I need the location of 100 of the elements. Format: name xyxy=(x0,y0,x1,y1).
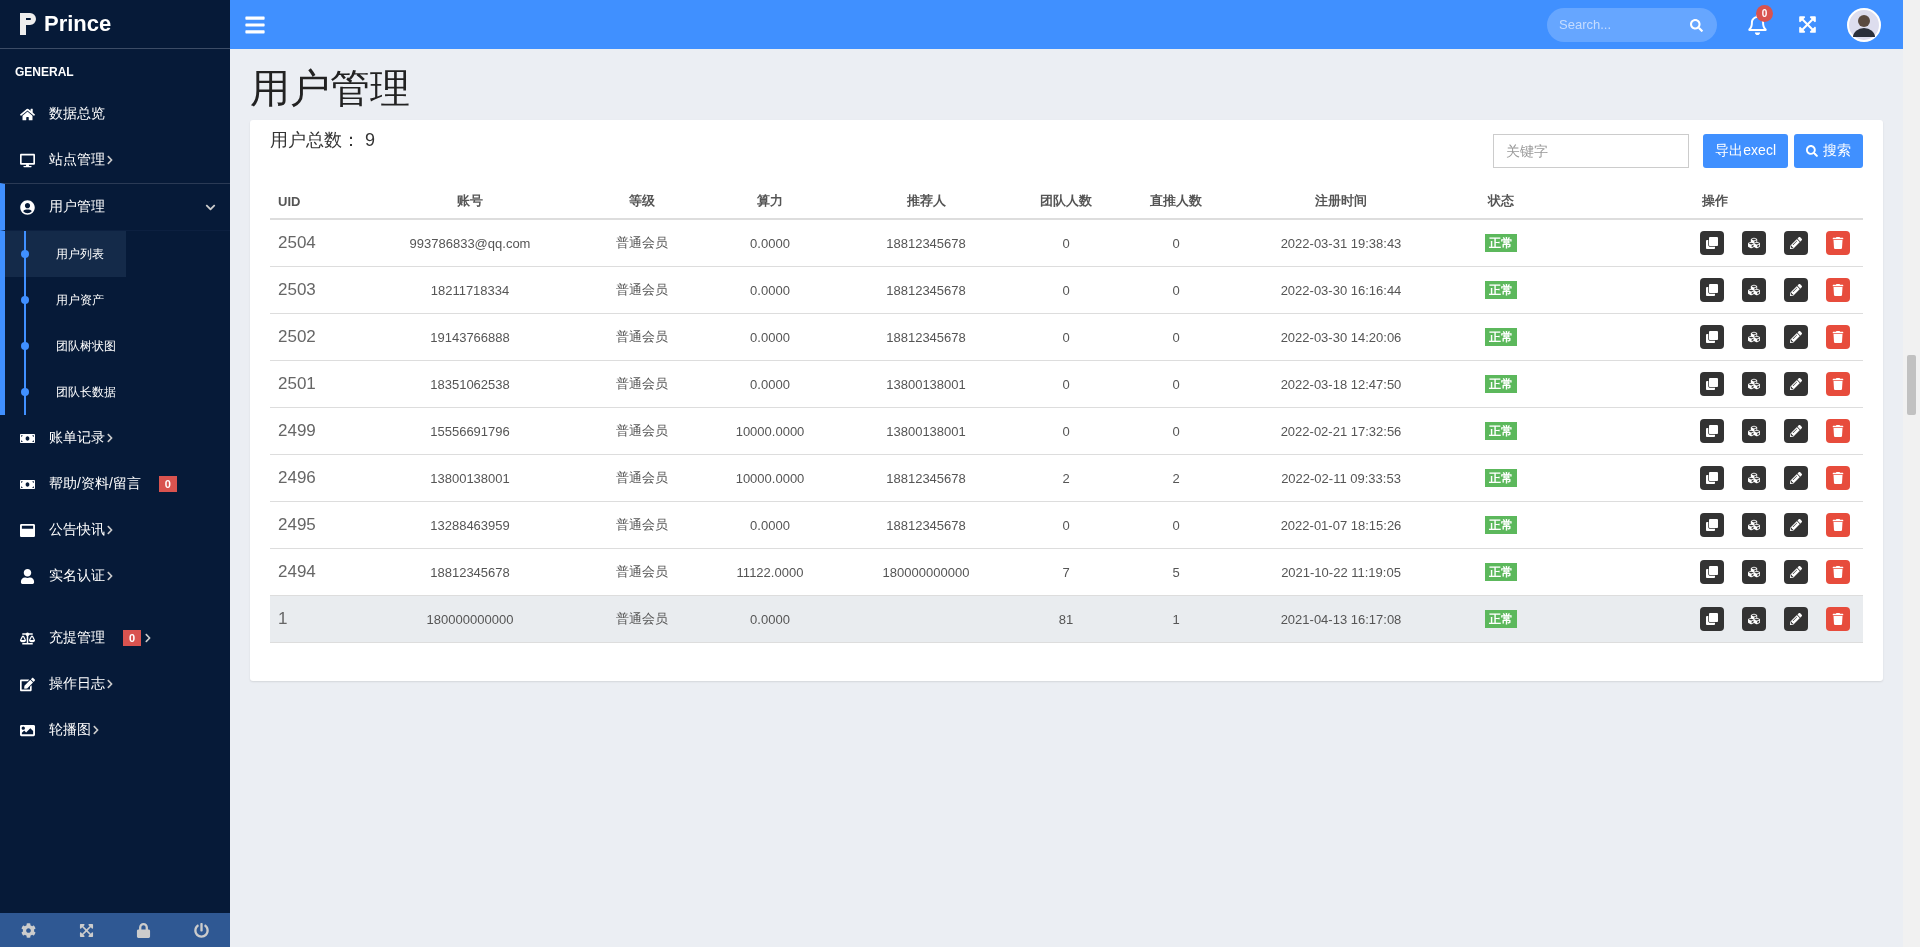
column-header: 团队人数 xyxy=(1026,184,1106,219)
settings-icon[interactable] xyxy=(21,922,37,938)
edit-button[interactable] xyxy=(1784,231,1808,255)
trash-icon xyxy=(1832,284,1844,296)
delete-button[interactable] xyxy=(1826,513,1850,537)
power-cell: 0.0000 xyxy=(714,595,826,643)
table-row[interactable]: 2496 13800138001 普通会员 10000.0000 18812345678 2 2 2022-02-11 09:33:53 正常 xyxy=(270,454,1863,502)
brand-name: Prince xyxy=(44,11,112,37)
copy-button[interactable] xyxy=(1700,560,1724,584)
edit-button[interactable] xyxy=(1784,372,1808,396)
copy-button[interactable] xyxy=(1700,231,1724,255)
sidebar-item[interactable]: 充提管理 0 xyxy=(0,599,230,661)
cubes-button[interactable] xyxy=(1742,278,1766,302)
search-field[interactable]: Search... xyxy=(1547,7,1717,42)
delete-button[interactable] xyxy=(1826,372,1850,396)
copy-button[interactable] xyxy=(1700,466,1724,490)
team-cell: 81 xyxy=(1026,595,1106,643)
sidebar-item[interactable]: 公告快讯 xyxy=(0,507,230,553)
direct-cell: 0 xyxy=(1106,501,1246,549)
keyword-field[interactable]: 关键字 xyxy=(1493,134,1690,168)
sidebar-item[interactable]: 操作日志 xyxy=(0,661,230,707)
user-icon xyxy=(20,568,35,584)
delete-button[interactable] xyxy=(1826,560,1850,584)
account-cell: 993786833@qq.com xyxy=(370,219,570,267)
table-row[interactable]: 2494 18812345678 普通会员 11122.0000 180000000000 7 5 2021-10-22 11:19:05 正常 xyxy=(270,548,1863,596)
uid-cell: 2494 xyxy=(270,548,370,596)
sidebar-item[interactable]: 数据总览 xyxy=(0,91,230,137)
fullscreen-icon[interactable] xyxy=(1798,15,1817,34)
submenu-item[interactable]: 团队树状图 xyxy=(5,323,230,369)
copy-button[interactable] xyxy=(1700,278,1724,302)
chevron-right-icon xyxy=(105,433,115,443)
referrer-cell: 13800138001 xyxy=(826,407,1026,455)
pencil-icon xyxy=(1790,237,1802,249)
avatar[interactable] xyxy=(1847,7,1881,42)
sidebar-item[interactable]: 账单记录 xyxy=(0,415,230,461)
pencil-icon xyxy=(1790,566,1802,578)
cubes-button[interactable] xyxy=(1742,372,1766,396)
level-cell: 普通会员 xyxy=(570,595,714,643)
pencil-icon xyxy=(1790,472,1802,484)
status-badge: 正常 xyxy=(1485,374,1517,393)
status-badge: 正常 xyxy=(1485,562,1517,581)
cubes-button[interactable] xyxy=(1742,419,1766,443)
level-cell: 普通会员 xyxy=(570,407,714,455)
edit-button[interactable] xyxy=(1784,325,1808,349)
power-icon[interactable] xyxy=(193,922,209,938)
cubes-button[interactable] xyxy=(1742,513,1766,537)
copy-button[interactable] xyxy=(1700,607,1724,631)
table-row[interactable]: 1 180000000000 普通会员 0.0000 81 1 2021-04-13 16:17:08 正常 xyxy=(270,595,1863,643)
edit-button[interactable] xyxy=(1784,607,1808,631)
edit-button[interactable] xyxy=(1784,560,1808,584)
submenu-item[interactable]: 用户列表 xyxy=(5,231,126,277)
table-row[interactable]: 2502 19143766888 普通会员 0.0000 18812345678 0 0 2022-03-30 14:20:06 正常 xyxy=(270,313,1863,361)
team-cell: 0 xyxy=(1026,219,1106,267)
sidebar-item[interactable]: 帮助/资料/留言 0 xyxy=(0,461,230,507)
lock-icon[interactable] xyxy=(136,922,152,938)
table-row[interactable]: 2495 13288463959 普通会员 0.0000 18812345678 0 0 2022-01-07 18:15:26 正常 xyxy=(270,501,1863,549)
copy-button[interactable] xyxy=(1700,419,1724,443)
table-row[interactable]: 2499 15556691796 普通会员 10000.0000 13800138001 0 0 2022-02-21 17:32:56 正常 xyxy=(270,407,1863,455)
cubes-button[interactable] xyxy=(1742,325,1766,349)
table-row[interactable]: 2504 993786833@qq.com 普通会员 0.0000 18812345678 0 0 2022-03-31 19:38:43 正常 xyxy=(270,219,1863,267)
sidebar-item[interactable]: 实名认证 xyxy=(0,553,230,599)
delete-button[interactable] xyxy=(1826,325,1850,349)
cubes-icon xyxy=(1748,519,1760,531)
trash-icon xyxy=(1832,237,1844,249)
cubes-icon xyxy=(1748,284,1760,296)
copy-button[interactable] xyxy=(1700,372,1724,396)
level-cell: 普通会员 xyxy=(570,548,714,596)
delete-button[interactable] xyxy=(1826,607,1850,631)
cubes-button[interactable] xyxy=(1742,607,1766,631)
delete-button[interactable] xyxy=(1826,419,1850,443)
sidebar-item[interactable]: 站点管理 xyxy=(0,137,230,183)
copy-icon xyxy=(1706,613,1718,625)
copy-button[interactable] xyxy=(1700,325,1724,349)
team-cell: 0 xyxy=(1026,266,1106,314)
direct-cell: 0 xyxy=(1106,313,1246,361)
referrer-cell: 18812345678 xyxy=(826,313,1026,361)
edit-button[interactable] xyxy=(1784,466,1808,490)
cubes-icon xyxy=(1748,378,1760,390)
power-cell: 10000.0000 xyxy=(714,454,826,502)
table-row[interactable]: 2503 18211718334 普通会员 0.0000 18812345678 0 0 2022-03-30 16:16:44 正常 xyxy=(270,266,1863,314)
delete-button[interactable] xyxy=(1826,466,1850,490)
account-cell: 13288463959 xyxy=(370,501,570,549)
count-badge: 0 xyxy=(123,630,142,646)
table-row[interactable]: 2501 18351062538 普通会员 0.0000 13800138001 0 0 2022-03-18 12:47:50 正常 xyxy=(270,360,1863,408)
copy-icon xyxy=(1706,566,1718,578)
edit-button[interactable] xyxy=(1784,513,1808,537)
submenu-item[interactable]: 用户资产 xyxy=(5,277,230,323)
edit-button[interactable] xyxy=(1784,419,1808,443)
cubes-button[interactable] xyxy=(1742,466,1766,490)
delete-button[interactable] xyxy=(1826,278,1850,302)
sidebar-item[interactable]: 轮播图 xyxy=(0,707,230,753)
status-badge: 正常 xyxy=(1485,280,1517,299)
fullscreen-icon[interactable] xyxy=(78,922,94,938)
cubes-button[interactable] xyxy=(1742,231,1766,255)
edit-button[interactable] xyxy=(1784,278,1808,302)
delete-button[interactable] xyxy=(1826,231,1850,255)
copy-button[interactable] xyxy=(1700,513,1724,537)
trash-icon xyxy=(1832,425,1844,437)
cubes-button[interactable] xyxy=(1742,560,1766,584)
submenu-item[interactable]: 团队长数据 xyxy=(5,369,230,415)
